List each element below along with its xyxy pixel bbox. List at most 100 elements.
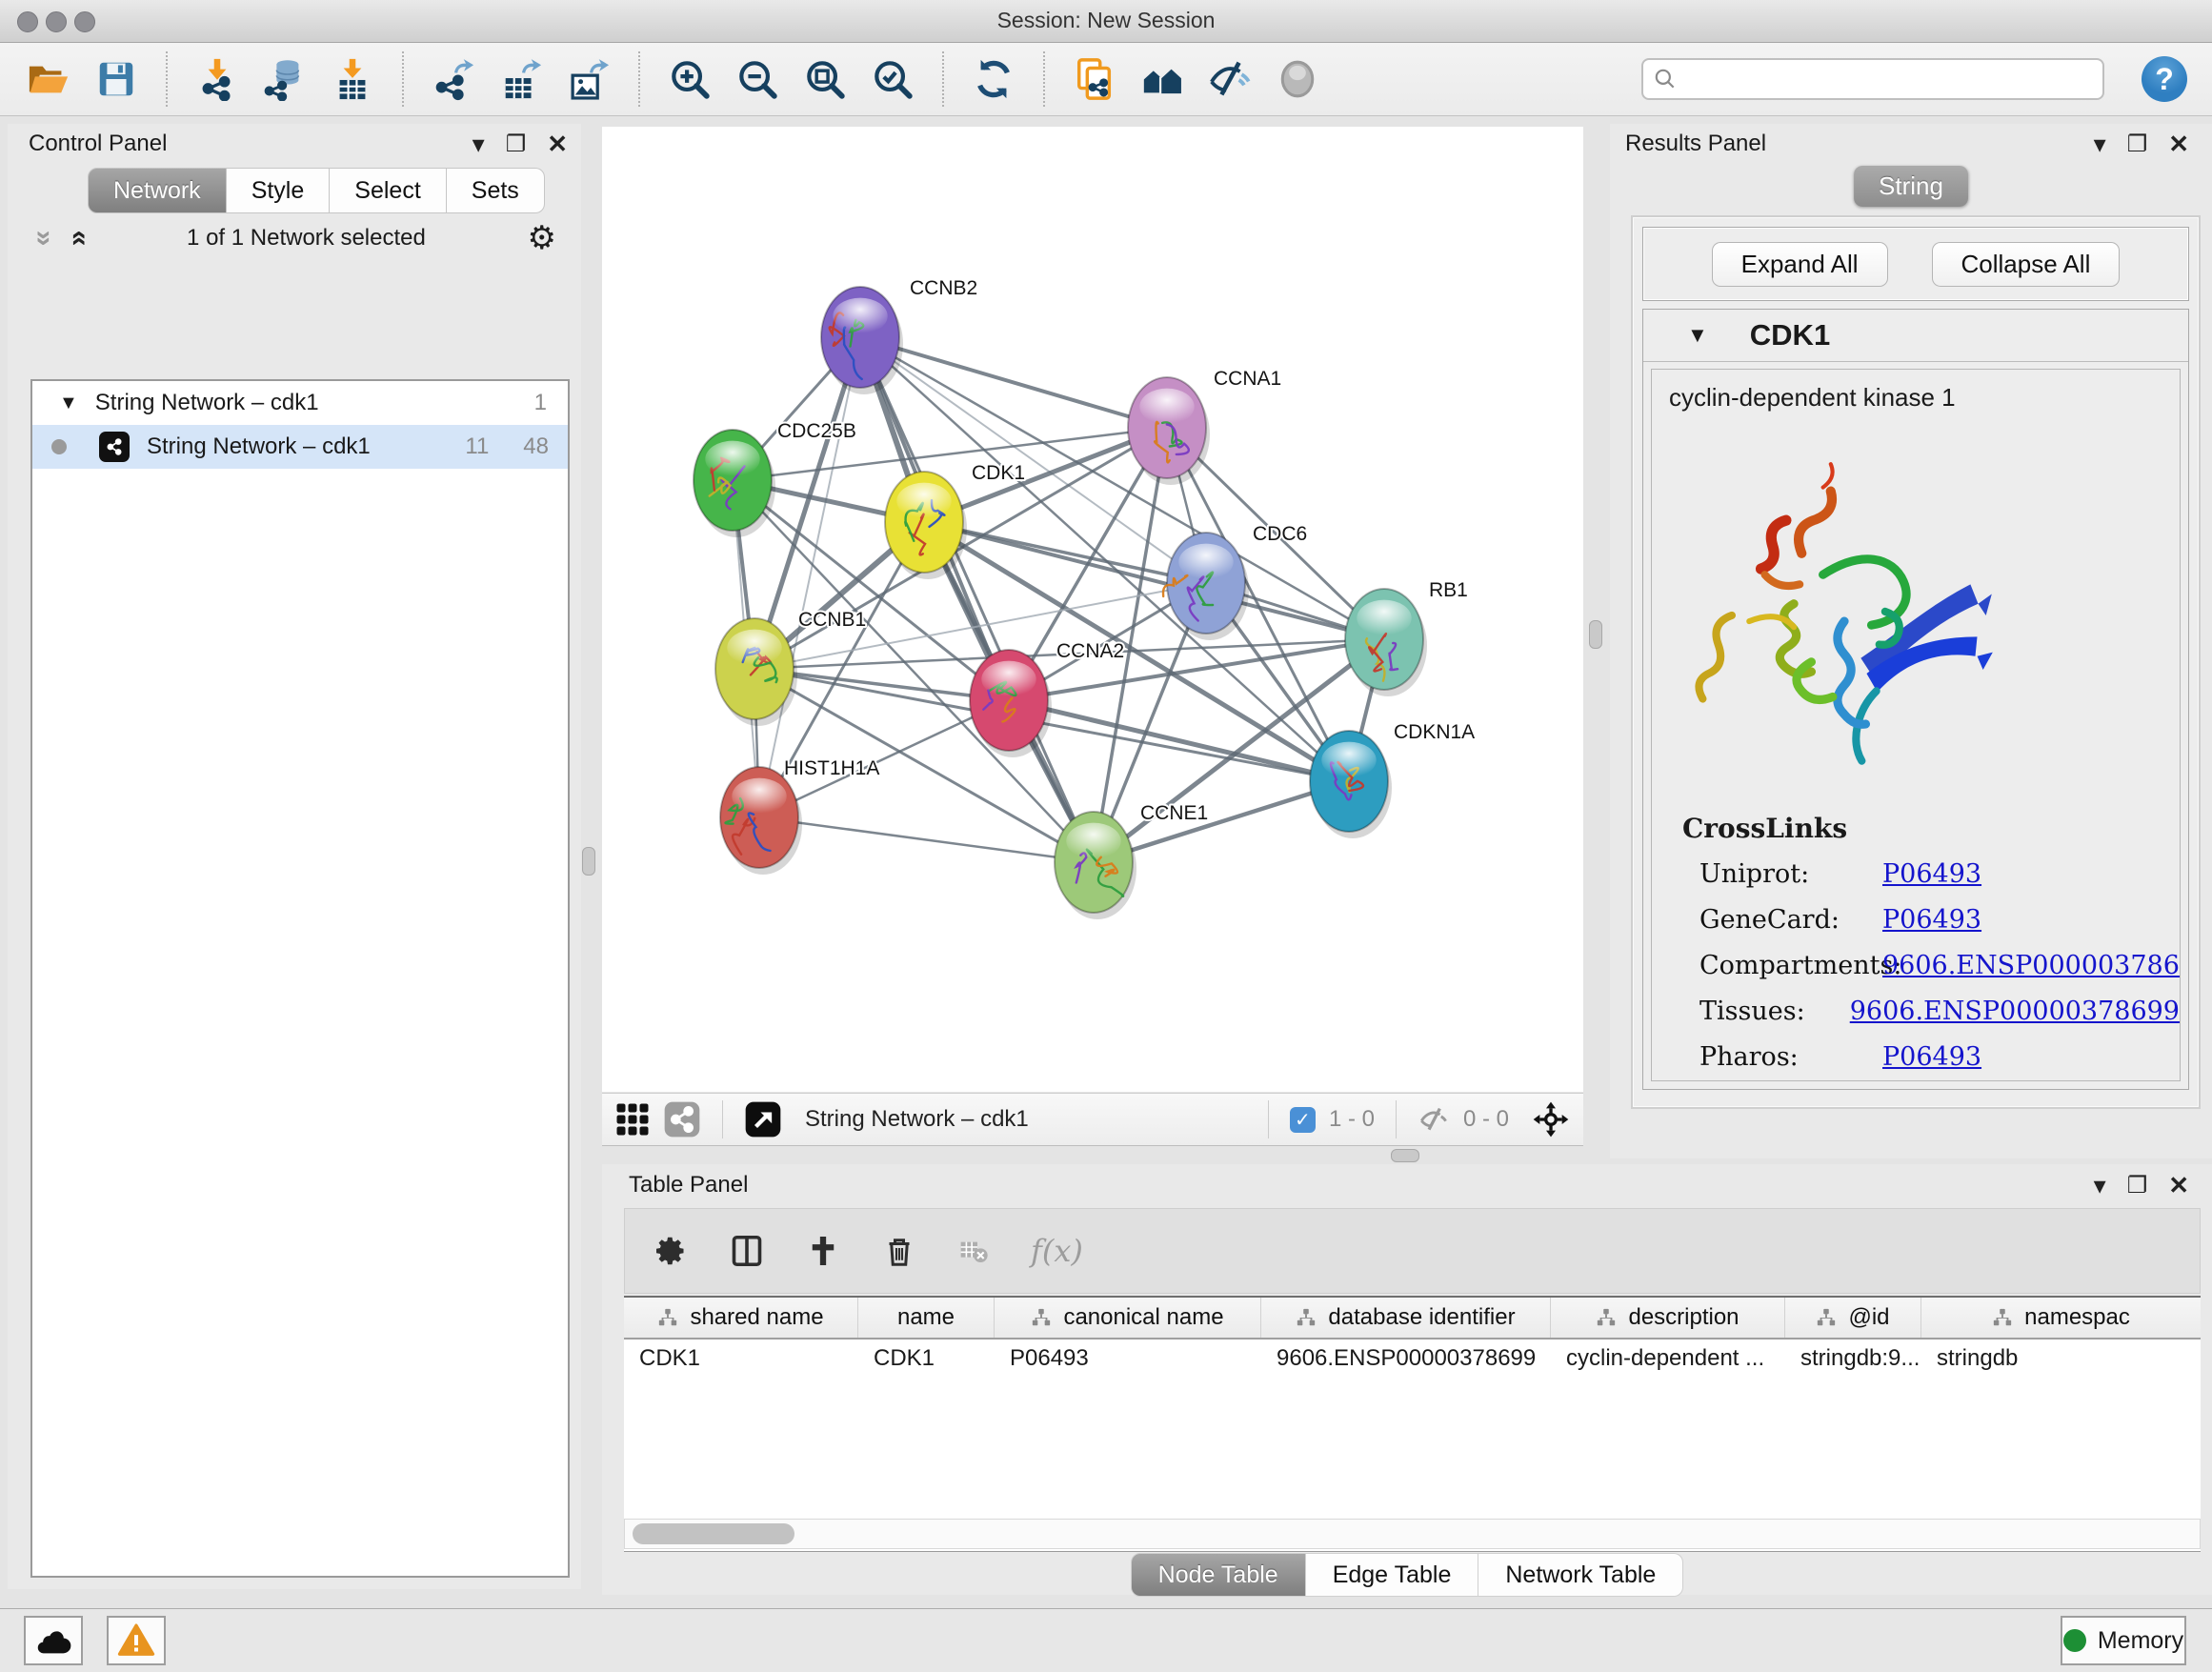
table-row[interactable]: CDK1 CDK1 P06493 9606.ENSP00000378699 cy… [624, 1340, 2201, 1378]
two-houses-button[interactable] [1138, 55, 1186, 103]
column-header[interactable]: namespac [1921, 1298, 2201, 1338]
cloud-status-button[interactable] [24, 1616, 83, 1665]
network-node-cdk1[interactable] [885, 472, 967, 579]
scrollbar-thumb[interactable] [633, 1523, 794, 1544]
memory-button[interactable]: Memory [2061, 1616, 2186, 1665]
network-node-cdkn1a[interactable] [1310, 731, 1392, 838]
zoom-selected-button[interactable] [869, 55, 916, 103]
cell-namespace[interactable]: stringdb [1921, 1340, 2201, 1378]
panel-close-icon[interactable] [2168, 130, 2189, 159]
zoom-out-button[interactable] [734, 55, 781, 103]
tab-style[interactable]: Style [227, 168, 331, 213]
network-node-ccnb2[interactable] [821, 287, 903, 394]
toolbar-separator [166, 51, 168, 107]
zoom-in-button[interactable] [666, 55, 714, 103]
crosslink-link[interactable]: 9606.ENSP00000378699 [1850, 997, 2180, 1026]
export-table-button[interactable] [497, 55, 545, 103]
cell-id[interactable]: stringdb:9... [1785, 1340, 1921, 1378]
show-all-button[interactable] [1274, 55, 1321, 103]
tab-string[interactable]: String [1854, 166, 1968, 207]
network-node-ccna1[interactable] [1128, 377, 1210, 485]
crosslink-link[interactable]: P06493 [1882, 905, 1981, 935]
crosslink-link[interactable]: P06493 [1882, 1042, 1981, 1072]
network-footer-bar: String Network – cdk1 1 - 0 0 - 0 [602, 1093, 1583, 1146]
table-horizontal-scrollbar[interactable] [624, 1519, 2201, 1549]
network-collection-row[interactable]: ▼ String Network – cdk1 1 [32, 381, 568, 425]
left-splitter-handle[interactable] [582, 847, 595, 876]
tab-node-table[interactable]: Node Table [1131, 1553, 1306, 1597]
column-header[interactable]: @id [1785, 1298, 1921, 1338]
birds-eye-view-icon[interactable] [744, 1100, 782, 1138]
refresh-view-button[interactable] [970, 55, 1017, 103]
network-node-ccna2[interactable] [970, 650, 1052, 757]
tab-network-table[interactable]: Network Table [1478, 1553, 1683, 1597]
column-header[interactable]: name [858, 1298, 995, 1338]
show-columns-icon[interactable] [730, 1234, 764, 1268]
cell-description[interactable]: cyclin-dependent ... [1551, 1340, 1785, 1378]
hidden-elements-icon[interactable] [1418, 1103, 1450, 1136]
import-network-database-button[interactable] [261, 55, 309, 103]
network-node-ccne1[interactable] [1055, 812, 1136, 919]
network-node-ccnb1[interactable] [715, 618, 797, 726]
column-header[interactable]: database identifier [1261, 1298, 1551, 1338]
import-table-button[interactable] [329, 55, 376, 103]
network-row-selected[interactable]: String Network – cdk1 11 48 [32, 425, 568, 469]
tab-edge-table[interactable]: Edge Table [1306, 1553, 1479, 1597]
expand-all-button[interactable]: Expand All [1712, 242, 1888, 287]
column-header[interactable]: description [1551, 1298, 1785, 1338]
collapse-all-button[interactable]: Collapse All [1932, 242, 2121, 287]
collapse-all-networks-icon[interactable]: » [28, 231, 60, 247]
panel-menu-icon[interactable] [2094, 1171, 2106, 1200]
right-splitter-handle[interactable] [1589, 620, 1602, 649]
delete-column-icon[interactable] [882, 1234, 916, 1268]
column-header[interactable]: shared name [624, 1298, 858, 1338]
panel-close-icon[interactable] [547, 130, 568, 159]
search-input[interactable] [1685, 66, 2093, 92]
open-session-button[interactable] [25, 55, 72, 103]
cell-canonical-name[interactable]: P06493 [995, 1340, 1261, 1378]
zoom-fit-button[interactable] [801, 55, 849, 103]
tab-select[interactable]: Select [330, 168, 446, 213]
column-header[interactable]: canonical name [995, 1298, 1261, 1338]
cell-shared-name[interactable]: CDK1 [624, 1340, 858, 1378]
save-session-button[interactable] [92, 55, 140, 103]
hide-selected-button[interactable] [1206, 55, 1254, 103]
cell-database-identifier[interactable]: 9606.ENSP00000378699 [1261, 1340, 1551, 1378]
node-label-ccna1: CCNA1 [1214, 368, 1281, 390]
help-button[interactable] [2142, 56, 2187, 102]
cell-name[interactable]: CDK1 [858, 1340, 995, 1378]
pan-crosshair-icon[interactable] [1532, 1100, 1570, 1138]
panel-menu-icon[interactable] [2094, 130, 2106, 159]
export-network-button[interactable] [430, 55, 477, 103]
export-image-button[interactable] [565, 55, 613, 103]
table-settings-gear-icon[interactable] [654, 1234, 688, 1268]
crosslink-link[interactable]: 9606.ENSP00000378699 [1882, 951, 2181, 980]
network-share-toggle-icon[interactable] [663, 1100, 701, 1138]
gene-expand-caret[interactable]: ▼ [1687, 323, 1708, 348]
status-bar: Memory [0, 1608, 2212, 1672]
tab-network[interactable]: Network [88, 168, 227, 213]
network-canvas[interactable]: CCNB2CCNA1CDC25BCDK1CDC6RB1CCNB1CCNA2CDK… [602, 127, 1583, 1092]
warnings-button[interactable] [107, 1616, 166, 1665]
add-column-icon[interactable] [806, 1234, 840, 1268]
selected-nodes-checkbox[interactable] [1290, 1107, 1316, 1133]
network-node-hist1h1a[interactable] [720, 767, 802, 875]
tab-sets[interactable]: Sets [447, 168, 545, 213]
string-network-graph[interactable]: CCNB2CCNA1CDC25BCDK1CDC6RB1CCNB1CCNA2CDK… [602, 127, 1583, 1092]
panel-close-icon[interactable] [2168, 1171, 2189, 1200]
panel-float-icon[interactable] [2127, 1172, 2148, 1199]
network-node-rb1[interactable] [1345, 589, 1427, 696]
network-options-gear-icon[interactable] [528, 219, 556, 257]
grid-view-icon[interactable] [615, 1102, 650, 1137]
panel-float-icon[interactable] [2127, 131, 2148, 158]
export-table-icon [506, 59, 541, 98]
panel-menu-icon[interactable] [473, 130, 485, 159]
collection-expand-caret[interactable]: ▼ [59, 393, 78, 414]
clone-network-button[interactable] [1071, 55, 1118, 103]
crosslink-link[interactable]: P06493 [1882, 859, 1981, 889]
bottom-splitter-handle[interactable] [1391, 1149, 1419, 1162]
gene-section-header[interactable]: ▼ CDK1 [1643, 310, 2188, 362]
import-network-file-button[interactable] [193, 55, 241, 103]
panel-float-icon[interactable] [506, 131, 527, 158]
expand-all-networks-icon[interactable]: » [61, 231, 93, 247]
